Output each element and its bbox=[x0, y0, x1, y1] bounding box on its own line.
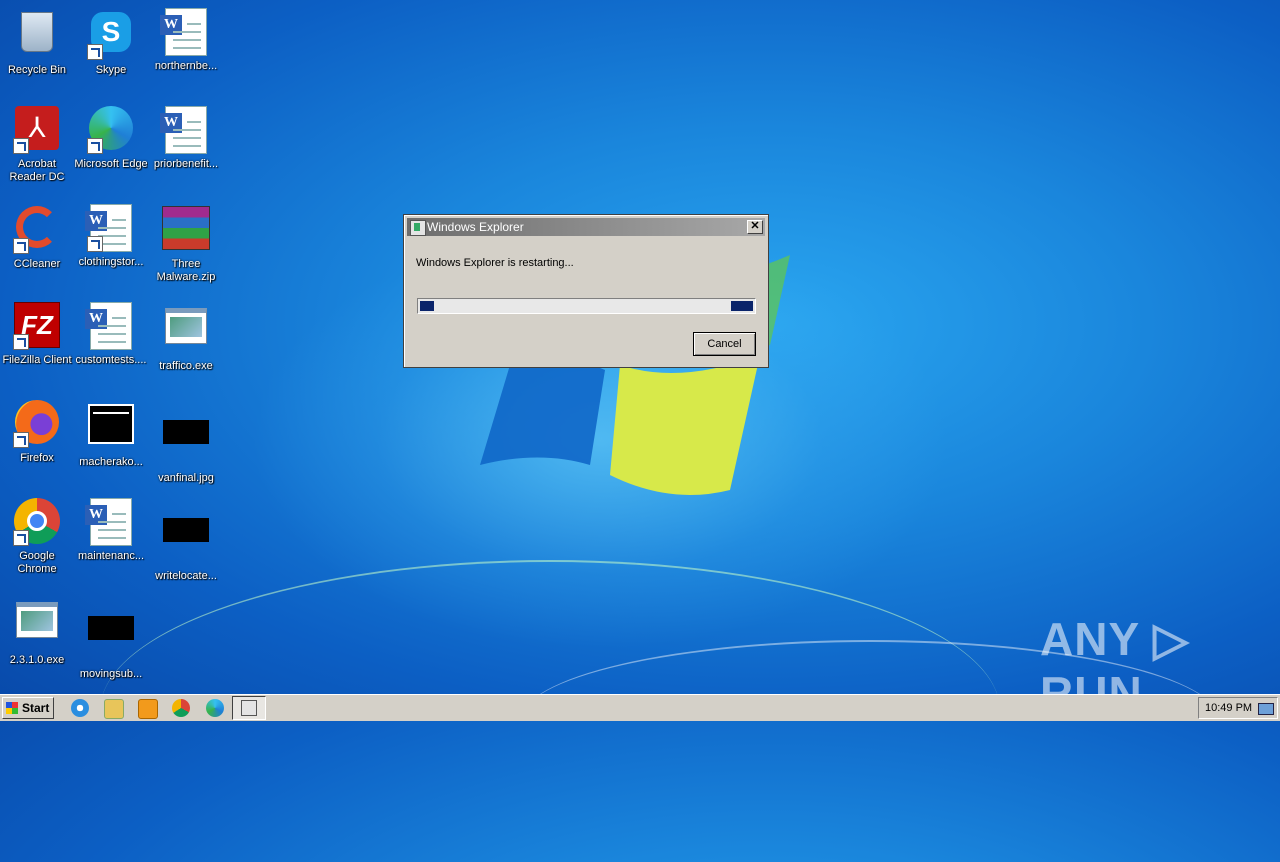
desktop-icon-2-3-1-0-exe[interactable]: 2.3.1.0.exe bbox=[0, 596, 74, 667]
word-document-icon: W bbox=[85, 302, 132, 350]
dialog-title: Windows Explorer bbox=[427, 220, 524, 234]
internet-explorer-icon[interactable] bbox=[71, 699, 89, 717]
icon-label: priorbenefit... bbox=[153, 158, 219, 170]
icon-label: FileZilla Client bbox=[2, 354, 72, 366]
icon-label: Skype bbox=[95, 64, 127, 76]
word-document-icon: W bbox=[85, 498, 132, 546]
progress-block bbox=[420, 301, 434, 311]
icon-label: maintenanc... bbox=[77, 550, 145, 562]
icon-label: Acrobat Reader DC bbox=[9, 158, 65, 183]
file-explorer-icon[interactable] bbox=[104, 699, 124, 719]
desktop-icon-vanfinal-jpg[interactable]: vanfinal.jpg bbox=[149, 400, 223, 485]
winrar-archive-icon bbox=[162, 206, 210, 250]
close-button[interactable]: ✕ bbox=[747, 220, 763, 234]
explorer-app-icon bbox=[410, 220, 426, 236]
icon-label: traffico.exe bbox=[159, 360, 213, 372]
desktop-icon-priorbenefit[interactable]: W priorbenefit... bbox=[149, 106, 223, 171]
icon-label: customtests.... bbox=[75, 354, 147, 366]
image-icon bbox=[163, 420, 209, 444]
word-document-icon: W bbox=[160, 106, 207, 154]
desktop-icon-writelocate[interactable]: writelocate... bbox=[149, 498, 223, 583]
desktop-icon-maintenanc[interactable]: W maintenanc... bbox=[74, 498, 148, 563]
desktop-icon-movingsub[interactable]: movingsub... bbox=[74, 596, 148, 681]
desktop-icon-acrobat[interactable]: ⅄ Acrobat Reader DC bbox=[0, 106, 74, 184]
icon-label: Recycle Bin bbox=[7, 64, 67, 76]
desktop-icon-chrome[interactable]: Google Chrome bbox=[0, 498, 74, 576]
icon-label: Firefox bbox=[20, 452, 54, 464]
marquee-progress-bar bbox=[417, 298, 756, 314]
icon-label: northernbe... bbox=[154, 60, 218, 72]
desktop-icon-northernbe[interactable]: W northernbe... bbox=[149, 8, 223, 73]
image-icon bbox=[88, 616, 134, 640]
exe-icon bbox=[165, 308, 207, 344]
dialog-titlebar[interactable]: Windows Explorer ✕ bbox=[407, 218, 765, 236]
desktop-icon-customtests[interactable]: W customtests.... bbox=[74, 302, 148, 367]
windows-explorer-restart-dialog: Windows Explorer ✕ Windows Explorer is r… bbox=[403, 214, 769, 368]
show-desktop-icon[interactable] bbox=[1258, 703, 1274, 715]
windows-explorer-task-button[interactable] bbox=[232, 696, 266, 720]
system-tray: 10:49 PM bbox=[1198, 697, 1278, 719]
icon-label: 2.3.1.0.exe bbox=[9, 654, 65, 666]
media-player-icon[interactable] bbox=[138, 699, 158, 719]
word-document-icon: W bbox=[160, 8, 207, 56]
desktop-icon-firefox[interactable]: Firefox bbox=[0, 400, 74, 465]
desktop-icon-filezilla[interactable]: FZ FileZilla Client bbox=[0, 302, 74, 367]
icon-label: Microsoft Edge bbox=[74, 158, 148, 170]
icon-label: Three Malware.zip bbox=[156, 258, 216, 283]
desktop-icon-traffico-exe[interactable]: traffico.exe bbox=[149, 302, 223, 373]
icon-label: clothingstor... bbox=[78, 256, 144, 268]
start-button[interactable]: Start bbox=[2, 697, 54, 719]
exe-icon bbox=[16, 602, 58, 638]
desktop-icon-ccleaner[interactable]: CCleaner bbox=[0, 204, 74, 271]
start-label: Start bbox=[22, 701, 50, 715]
desktop-icon-macherako[interactable]: macherako... bbox=[74, 400, 148, 469]
desktop-icon-recycle-bin[interactable]: Recycle Bin bbox=[0, 8, 74, 77]
edge-icon[interactable] bbox=[206, 699, 224, 717]
window-icon bbox=[88, 404, 134, 444]
icon-label: CCleaner bbox=[13, 258, 61, 270]
windows-flag-icon bbox=[6, 702, 18, 714]
desktop-icon-skype[interactable]: S Skype bbox=[74, 8, 148, 77]
chrome-icon[interactable] bbox=[172, 699, 190, 717]
clock[interactable]: 10:49 PM bbox=[1205, 698, 1252, 718]
desktop-icon-three-malware-zip[interactable]: Three Malware.zip bbox=[149, 204, 223, 284]
desktop-icon-clothingstor[interactable]: W clothingstor... bbox=[74, 204, 148, 269]
icon-label: macherako... bbox=[79, 456, 143, 468]
icon-label: vanfinal.jpg bbox=[158, 472, 214, 484]
windows-explorer-task-icon bbox=[241, 700, 257, 716]
cancel-button[interactable]: Cancel bbox=[693, 332, 756, 356]
image-icon bbox=[163, 518, 209, 542]
taskbar: Start 10:49 PM bbox=[0, 694, 1280, 721]
dialog-message: Windows Explorer is restarting... bbox=[416, 257, 574, 269]
progress-block bbox=[731, 301, 753, 311]
icon-label: Google Chrome bbox=[17, 550, 57, 575]
icon-label: movingsub... bbox=[79, 668, 143, 680]
icon-label: writelocate... bbox=[155, 570, 217, 582]
desktop-icon-edge[interactable]: Microsoft Edge bbox=[74, 106, 148, 171]
